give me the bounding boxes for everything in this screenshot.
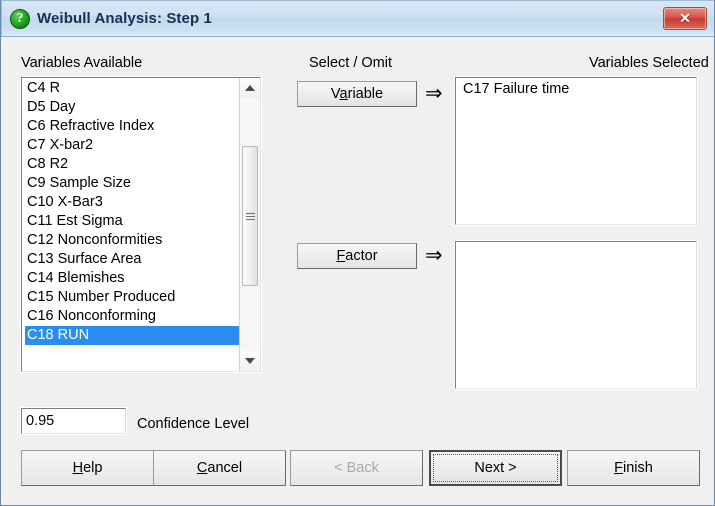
list-item[interactable]: C4 R — [25, 79, 241, 98]
variables-available-listbox[interactable]: C4 R D5 Day C6 Refractive Index C7 X-bar… — [21, 77, 261, 372]
list-item[interactable]: C16 Nonconforming — [25, 307, 241, 326]
list-item[interactable]: C11 Est Sigma — [25, 212, 241, 231]
finish-button[interactable]: Finish — [567, 450, 700, 486]
list-item-selected[interactable]: C18 RUN — [25, 326, 241, 345]
next-button[interactable]: Next > — [429, 450, 562, 486]
variable-accel: a — [339, 86, 348, 102]
factor-accel: F — [336, 248, 346, 264]
title-bar: ? Weibull Analysis: Step 1 ✕ — [1, 0, 714, 37]
select-omit-label: Select / Omit — [309, 55, 392, 71]
list-item[interactable]: C7 X-bar2 — [25, 136, 241, 155]
factors-selected-listbox[interactable] — [455, 241, 697, 389]
list-item[interactable]: C14 Blemishes — [25, 269, 241, 288]
confidence-level-input[interactable]: 0.95 — [21, 408, 126, 434]
list-item[interactable]: C17 Failure time — [461, 80, 696, 99]
grip-icon — [245, 211, 255, 222]
transfer-arrow-right-icon-2: ⇒ — [425, 244, 443, 267]
confidence-level-label: Confidence Level — [137, 416, 250, 432]
list-item[interactable]: C9 Sample Size — [25, 174, 241, 193]
next-button-label: Next > — [474, 460, 517, 476]
factor-transfer-button[interactable]: Factor — [297, 243, 417, 269]
variables-available-items: C4 R D5 Day C6 Refractive Index C7 X-bar… — [22, 78, 241, 371]
list-item[interactable]: C8 R2 — [25, 155, 241, 174]
variable-transfer-button[interactable]: Variable — [297, 81, 417, 107]
window-title: Weibull Analysis: Step 1 — [37, 10, 212, 27]
factors-selected-items — [456, 242, 696, 244]
list-item[interactable]: C6 Refractive Index — [25, 117, 241, 136]
variables-selected-label: Variables Selected — [589, 55, 709, 71]
list-item[interactable]: C12 Nonconformities — [25, 231, 241, 250]
scroll-up-arrow-icon[interactable] — [240, 78, 260, 98]
scrollbar-thumb[interactable] — [242, 146, 258, 286]
variables-selected-listbox[interactable]: C17 Failure time — [455, 77, 697, 225]
vertical-scrollbar[interactable] — [239, 78, 260, 371]
finish-accel: F — [614, 460, 624, 476]
scroll-down-arrow-icon[interactable] — [240, 351, 260, 371]
back-button: < Back — [290, 450, 423, 486]
cancel-button[interactable]: Cancel — [153, 450, 286, 486]
confidence-level-value: 0.95 — [26, 413, 55, 429]
help-accel: H — [72, 460, 84, 476]
list-item[interactable]: C10 X-Bar3 — [25, 193, 241, 212]
close-icon[interactable]: ✕ — [663, 7, 707, 30]
list-item[interactable]: C13 Surface Area — [25, 250, 241, 269]
help-button[interactable]: Help — [21, 450, 154, 486]
list-item[interactable]: C15 Number Produced — [25, 288, 241, 307]
question-mark-icon: ? — [10, 8, 30, 29]
cancel-accel: C — [196, 460, 208, 476]
transfer-arrow-right-icon: ⇒ — [425, 82, 443, 105]
list-item[interactable]: D5 Day — [25, 98, 241, 117]
weibull-analysis-dialog: ? Weibull Analysis: Step 1 ✕ Variables A… — [0, 0, 715, 506]
variables-available-label: Variables Available — [21, 55, 143, 71]
